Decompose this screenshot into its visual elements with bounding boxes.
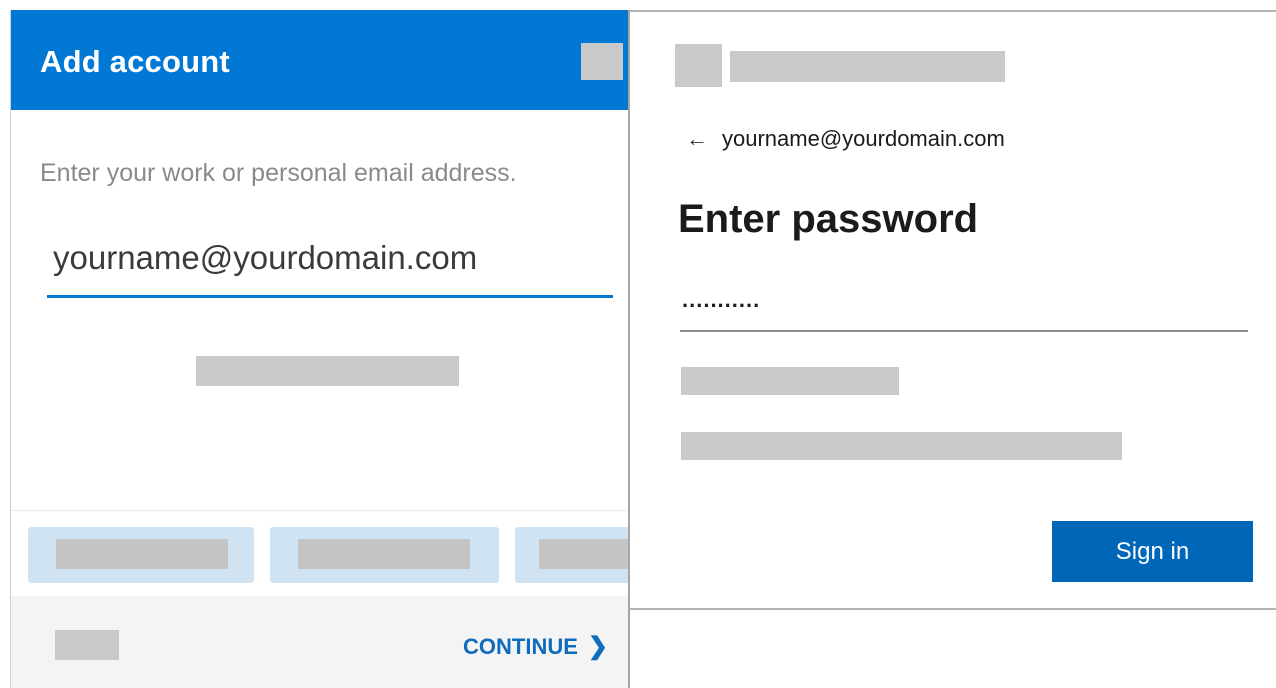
app-bar-action-redacted[interactable] xyxy=(581,43,623,80)
redacted-link-1[interactable] xyxy=(681,367,899,395)
continue-button[interactable]: CONTINUE ❯ xyxy=(463,632,608,661)
footer-bar: CONTINUE ❯ xyxy=(11,596,628,688)
instruction-text: Enter your work or personal email addres… xyxy=(40,159,517,187)
provider-label-redacted xyxy=(56,539,228,569)
arrow-left-icon[interactable]: ← xyxy=(686,126,708,152)
page-title: Add account xyxy=(40,44,230,79)
email-field[interactable] xyxy=(47,234,613,298)
brand-text-redacted xyxy=(730,51,1005,82)
identity-email: yourname@yourdomain.com xyxy=(722,126,1005,151)
provider-label-redacted xyxy=(298,539,470,569)
back-identity-row[interactable]: ← yourname@yourdomain.com xyxy=(686,126,1005,152)
password-panel: ← yourname@yourdomain.com Enter password… xyxy=(630,10,1276,610)
chevron-right-icon: ❯ xyxy=(587,633,608,660)
provider-label-redacted xyxy=(539,539,628,569)
footer-left-redacted[interactable] xyxy=(55,630,119,660)
redacted-link[interactable] xyxy=(196,356,459,386)
add-account-panel: Add account Enter your work or personal … xyxy=(10,10,630,688)
app-bar: Add account xyxy=(11,10,628,110)
password-title: Enter password xyxy=(678,197,979,241)
sign-in-button[interactable]: Sign in xyxy=(1052,521,1253,582)
provider-options xyxy=(11,510,628,597)
provider-option-3[interactable] xyxy=(515,527,628,583)
provider-option-2[interactable] xyxy=(270,527,499,583)
logo-redacted xyxy=(675,44,722,87)
continue-label: CONTINUE xyxy=(463,633,578,659)
provider-option-1[interactable] xyxy=(28,527,254,583)
password-field[interactable] xyxy=(680,282,1248,332)
redacted-link-2[interactable] xyxy=(681,432,1122,460)
